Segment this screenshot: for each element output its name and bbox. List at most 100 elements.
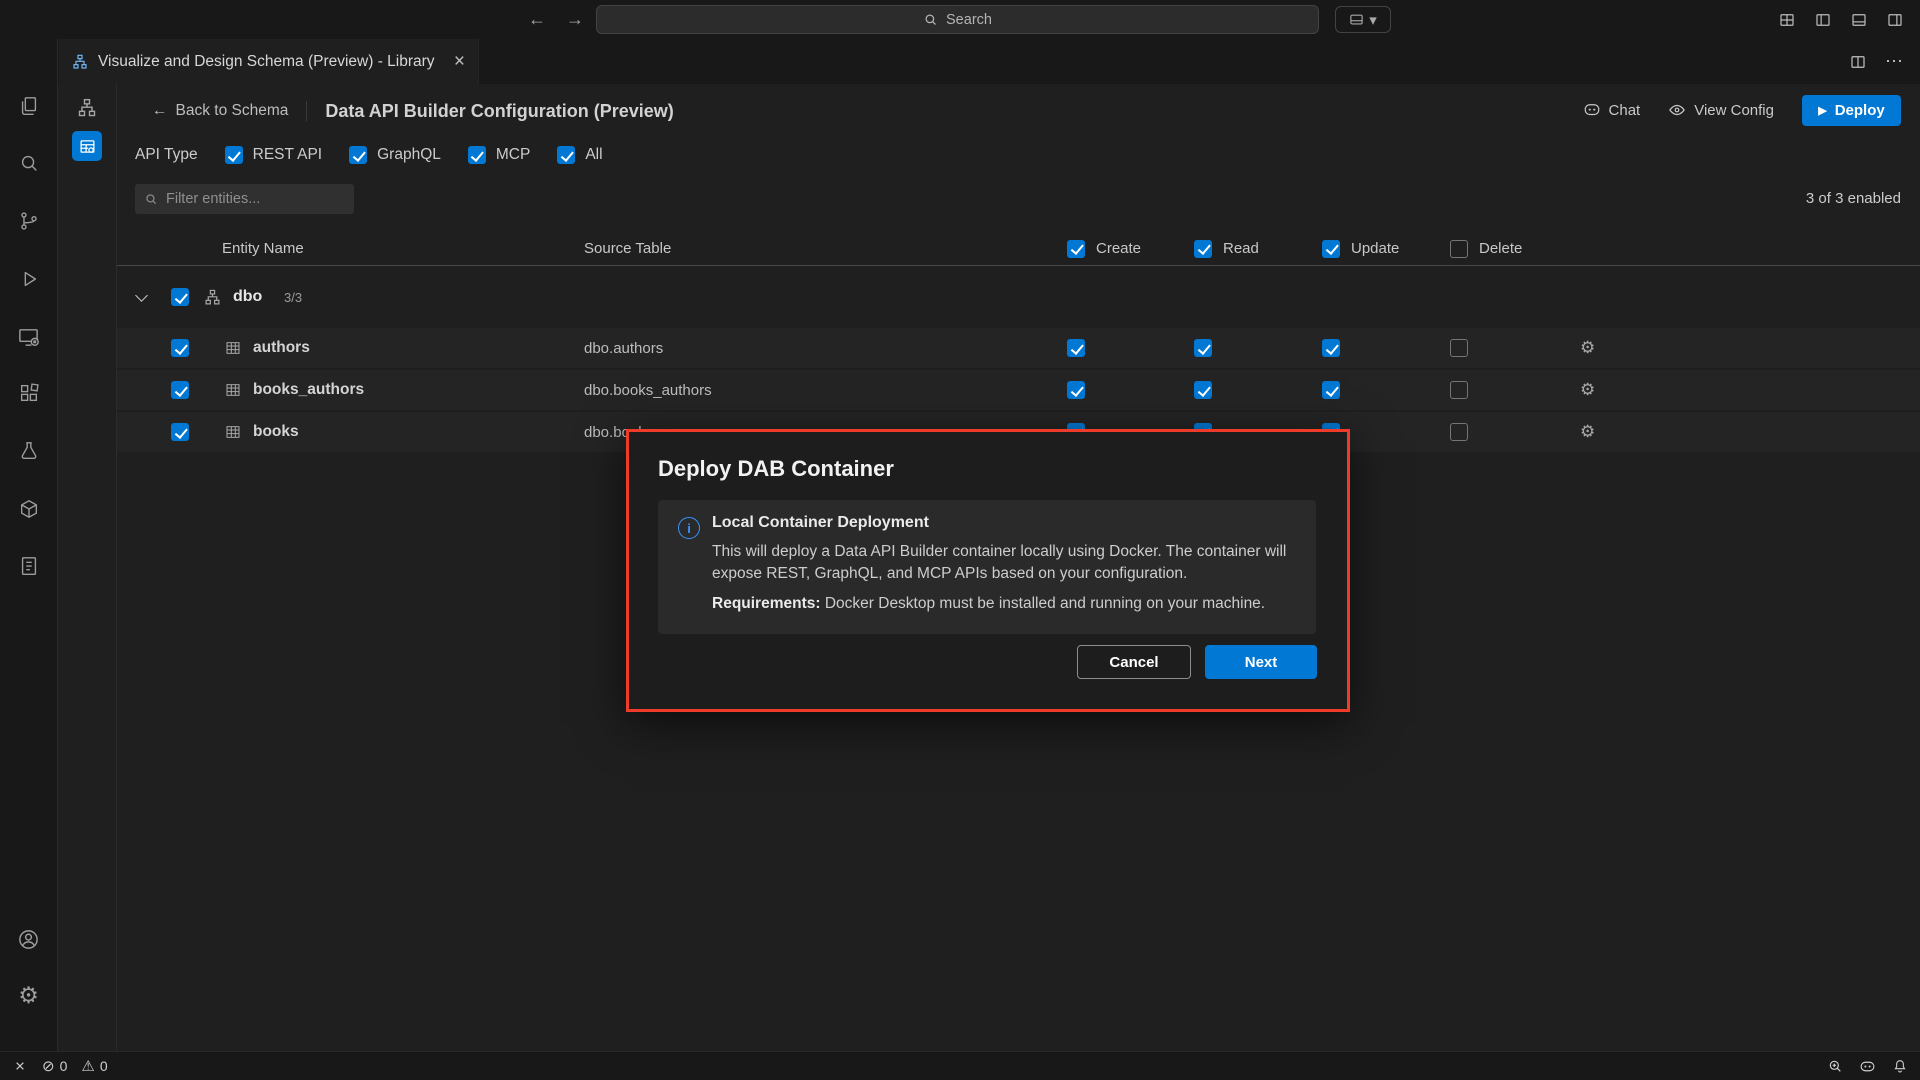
all-label: All — [585, 146, 602, 164]
filter-search-icon — [144, 192, 158, 206]
tab-title: Visualize and Design Schema (Preview) - … — [98, 53, 435, 71]
schema-designer-icon — [72, 54, 88, 70]
panel-layout-icon — [1349, 12, 1364, 27]
chat-button[interactable]: Chat — [1583, 101, 1641, 119]
chevron-down-icon: ▾ — [1369, 11, 1377, 29]
notifications-bell-icon[interactable] — [1892, 1058, 1908, 1074]
create-checkbox[interactable] — [1067, 381, 1085, 399]
group-checkbox[interactable] — [171, 288, 189, 306]
info-title: Local Container Deployment — [712, 514, 1298, 532]
extensions-icon[interactable] — [0, 369, 57, 417]
customize-layout-icon[interactable] — [1778, 11, 1796, 29]
tab-visualize-design-schema[interactable]: Visualize and Design Schema (Preview) - … — [59, 39, 479, 84]
account-icon[interactable] — [0, 915, 57, 963]
more-actions-icon[interactable]: ⋯ — [1885, 51, 1904, 72]
notebook-icon[interactable] — [0, 542, 57, 590]
rest-api-checkbox[interactable] — [225, 146, 243, 164]
dab-config-view-icon[interactable] — [72, 131, 102, 161]
nav-forward-icon[interactable]: → — [566, 9, 584, 30]
col-update-checkbox[interactable] — [1322, 240, 1340, 258]
chat-layout-toggle[interactable]: ▾ — [1335, 6, 1391, 33]
create-checkbox[interactable] — [1067, 339, 1085, 357]
search-input[interactable]: Search — [596, 5, 1319, 34]
deploy-label: Deploy — [1835, 102, 1885, 119]
testing-beaker-icon[interactable] — [0, 427, 57, 475]
all-option[interactable]: All — [557, 146, 602, 164]
chat-label: Chat — [1609, 102, 1641, 119]
enabled-summary: 3 of 3 enabled — [1806, 190, 1901, 207]
search-placeholder: Search — [946, 12, 992, 28]
remote-indicator-icon[interactable] — [12, 1058, 28, 1074]
collapse-chevron-icon[interactable] — [135, 289, 148, 302]
graphql-option[interactable]: GraphQL — [349, 146, 441, 164]
col-read-label: Read — [1223, 232, 1259, 265]
row-settings-gear-icon[interactable]: ⚙ — [1580, 412, 1595, 452]
mcp-option[interactable]: MCP — [468, 146, 530, 164]
table-row[interactable]: authors dbo.authors ⚙ — [117, 328, 1920, 368]
source-table: dbo.books_authors — [584, 370, 712, 410]
info-panel: i Local Container Deployment This will d… — [658, 500, 1316, 634]
eye-icon — [1668, 101, 1686, 119]
search-sidebar-icon[interactable] — [0, 139, 57, 187]
table-icon — [225, 328, 241, 368]
row-checkbox[interactable] — [171, 381, 189, 399]
row-checkbox[interactable] — [171, 339, 189, 357]
run-debug-icon[interactable] — [0, 255, 57, 303]
graphql-checkbox[interactable] — [349, 146, 367, 164]
mcp-label: MCP — [496, 146, 530, 164]
schema-view-icon[interactable] — [58, 92, 116, 124]
remote-explorer-icon[interactable] — [0, 313, 57, 361]
info-icon: i — [678, 517, 700, 539]
col-read-checkbox[interactable] — [1194, 240, 1212, 258]
view-config-label: View Config — [1694, 102, 1774, 119]
info-body: This will deploy a Data API Builder cont… — [712, 541, 1298, 585]
warnings-count: 0 — [100, 1058, 108, 1074]
filter-entities-field[interactable] — [135, 184, 354, 214]
back-arrow-icon: ← — [152, 102, 168, 120]
all-checkbox[interactable] — [557, 146, 575, 164]
col-create-checkbox[interactable] — [1067, 240, 1085, 258]
row-settings-gear-icon[interactable]: ⚙ — [1580, 370, 1595, 410]
table-row[interactable]: books_authors dbo.books_authors ⚙ — [117, 370, 1920, 410]
mcp-checkbox[interactable] — [468, 146, 486, 164]
tab-close-icon[interactable]: × — [454, 52, 465, 71]
zoom-icon[interactable] — [1827, 1058, 1843, 1074]
row-checkbox[interactable] — [171, 423, 189, 441]
explorer-icon[interactable] — [0, 82, 57, 130]
back-label: Back to Schema — [176, 102, 289, 120]
deploy-button[interactable]: ▶ Deploy — [1802, 95, 1901, 126]
delete-checkbox[interactable] — [1450, 423, 1468, 441]
update-checkbox[interactable] — [1322, 339, 1340, 357]
update-checkbox[interactable] — [1322, 381, 1340, 399]
filter-entities-input[interactable] — [166, 191, 345, 207]
row-settings-gear-icon[interactable]: ⚙ — [1580, 328, 1595, 368]
delete-checkbox[interactable] — [1450, 381, 1468, 399]
errors-status[interactable]: ⊘ 0 — [42, 1057, 67, 1075]
toggle-panel-icon[interactable] — [1850, 11, 1868, 29]
play-icon: ▶ — [1818, 104, 1826, 117]
cancel-button[interactable]: Cancel — [1077, 645, 1191, 679]
toggle-sidebar-right-icon[interactable] — [1886, 11, 1904, 29]
col-source-table: Source Table — [584, 232, 671, 265]
graphql-label: GraphQL — [377, 146, 441, 164]
view-config-button[interactable]: View Config — [1668, 101, 1774, 119]
next-button[interactable]: Next — [1205, 645, 1317, 679]
warnings-status[interactable]: ⚠ 0 — [81, 1057, 107, 1075]
rest-api-option[interactable]: REST API — [225, 146, 323, 164]
copilot-status-icon[interactable] — [1859, 1058, 1876, 1075]
delete-checkbox[interactable] — [1450, 339, 1468, 357]
read-checkbox[interactable] — [1194, 339, 1212, 357]
source-control-icon[interactable] — [0, 197, 57, 245]
header-divider — [306, 101, 307, 121]
entity-name: authors — [253, 328, 310, 368]
toggle-sidebar-left-icon[interactable] — [1814, 11, 1832, 29]
split-editor-icon[interactable] — [1849, 53, 1867, 71]
back-to-schema-link[interactable]: ← Back to Schema — [152, 102, 288, 120]
col-delete-checkbox[interactable] — [1450, 240, 1468, 258]
package-icon[interactable] — [0, 485, 57, 533]
settings-gear-icon[interactable]: ⚙ — [0, 971, 57, 1019]
nav-back-icon[interactable]: ← — [528, 9, 546, 30]
api-type-label: API Type — [135, 146, 198, 164]
read-checkbox[interactable] — [1194, 381, 1212, 399]
schema-group-row[interactable]: dbo 3/3 — [117, 280, 1920, 314]
